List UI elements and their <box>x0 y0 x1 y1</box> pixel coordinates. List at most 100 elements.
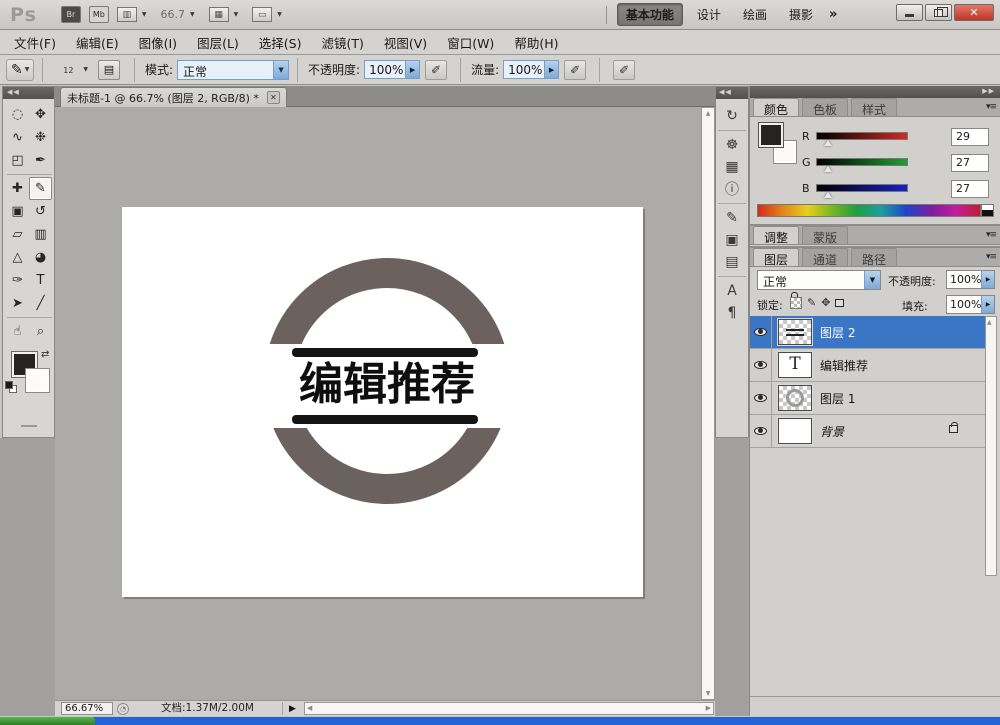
type-tool[interactable]: T <box>29 269 52 292</box>
layer-name[interactable]: 背景 <box>820 423 844 440</box>
background-color-swatch[interactable] <box>25 368 50 393</box>
move-tool[interactable]: ✥ <box>29 103 52 126</box>
restore-button[interactable] <box>925 4 952 21</box>
hand-tool[interactable]: ☝ <box>6 320 29 343</box>
clone-stamp-tool[interactable]: ▣ <box>6 200 29 223</box>
blue-value-field[interactable]: 27 <box>951 180 989 198</box>
crop-tool[interactable]: ◰ <box>6 149 29 172</box>
tab-adjustments[interactable]: 调整 <box>753 226 799 244</box>
layer-name[interactable]: 图层 1 <box>820 390 855 407</box>
zoom-tool[interactable]: ⌕ <box>29 320 52 343</box>
layer-blend-mode-select[interactable]: 正常 ▼ <box>757 270 881 290</box>
fill-input[interactable]: 100% ▶ <box>946 295 995 314</box>
blue-slider-handle[interactable] <box>824 192 832 198</box>
tablet-pressure-size-icon[interactable]: ✐ <box>613 60 635 80</box>
chevron-down-icon[interactable]: ▼ <box>273 61 288 79</box>
swap-colors-icon[interactable]: ⇄ <box>41 349 49 360</box>
layers-scrollbar[interactable]: ▲ <box>985 316 997 576</box>
status-menu-arrow-icon[interactable]: ▶ <box>289 704 296 714</box>
close-icon[interactable]: ✕ <box>267 91 280 104</box>
info-panel-icon[interactable]: ⓘ <box>720 178 744 200</box>
start-button[interactable] <box>0 717 95 725</box>
tab-layers[interactable]: 图层 <box>753 248 799 266</box>
color-spectrum-ramp[interactable] <box>757 204 981 217</box>
green-slider-handle[interactable] <box>824 166 832 172</box>
layer-opacity-input[interactable]: 100% ▶ <box>946 270 995 289</box>
layer-name[interactable]: 编辑推荐 <box>820 357 868 374</box>
lock-pixels-icon[interactable]: ✎ <box>807 296 816 309</box>
minimize-button[interactable] <box>896 4 923 21</box>
workspace-essentials[interactable]: 基本功能 <box>617 3 683 26</box>
layer-row-background[interactable]: 背景 <box>750 415 986 448</box>
dock-collapse-button[interactable]: ▶▶ <box>750 86 1000 98</box>
gradient-tool[interactable]: ▥ <box>29 223 52 246</box>
spot-healing-brush-tool[interactable]: ✚ <box>6 177 29 200</box>
menu-edit[interactable]: 编辑(E) <box>66 30 129 55</box>
scroll-left-icon[interactable]: ◀ <box>307 704 312 712</box>
menu-file[interactable]: 文件(F) <box>4 30 66 55</box>
quick-mask-button[interactable] <box>21 425 37 427</box>
blur-tool[interactable]: △ <box>6 246 29 269</box>
spin-arrow-icon[interactable]: ▶ <box>544 61 558 78</box>
quick-selection-tool[interactable]: ❉ <box>29 126 52 149</box>
dodge-tool[interactable]: ◕ <box>29 246 52 269</box>
visibility-toggle[interactable] <box>750 349 772 382</box>
tablet-pressure-opacity-icon[interactable]: ✐ <box>425 60 447 80</box>
tab-masks[interactable]: 蒙版 <box>802 226 848 244</box>
menu-view[interactable]: 视图(V) <box>374 30 437 55</box>
menu-window[interactable]: 窗口(W) <box>437 30 504 55</box>
document-tab[interactable]: 未标题-1 @ 66.7% (图层 2, RGB/8) * ✕ <box>60 87 287 107</box>
clone-source-panel-icon[interactable]: ▣ <box>720 229 744 251</box>
spectrum-bw-swatches[interactable] <box>981 204 994 217</box>
background-layer-thumbnail[interactable] <box>778 418 812 444</box>
opacity-input[interactable]: 100% ▶ <box>364 60 420 79</box>
layer-thumbnail[interactable] <box>778 385 812 411</box>
panel-menu-icon[interactable]: ▾≡ <box>986 230 996 240</box>
dock-expand-button[interactable]: ◀◀ <box>716 87 748 99</box>
scroll-up-icon[interactable]: ▲ <box>703 110 713 117</box>
history-brush-tool[interactable]: ↺ <box>29 200 52 223</box>
scroll-up-icon[interactable]: ▲ <box>987 319 992 326</box>
green-value-field[interactable]: 27 <box>951 154 989 172</box>
layer-row-layer2[interactable]: 图层 2 <box>750 316 986 349</box>
visibility-toggle[interactable] <box>750 316 772 349</box>
close-button[interactable]: ✕ <box>954 4 994 21</box>
document-page[interactable]: 编辑推荐 <box>122 207 643 597</box>
arrange-documents-control[interactable]: ▦ ▼ <box>209 7 239 22</box>
flow-input[interactable]: 100% ▶ <box>503 60 559 79</box>
brush-tool[interactable]: ✎ <box>29 177 52 200</box>
character-panel-icon[interactable]: A <box>720 280 744 302</box>
history-panel-icon[interactable]: ↻ <box>720 105 744 127</box>
panel-menu-icon[interactable]: ▾≡ <box>986 252 996 262</box>
workspace-photography[interactable]: 摄影 <box>781 4 821 25</box>
workspace-overflow-button[interactable]: » <box>829 7 837 22</box>
histogram-panel-icon[interactable]: ▦ <box>720 156 744 178</box>
lock-transparency-icon[interactable] <box>790 297 802 309</box>
blend-mode-select[interactable]: 正常 ▼ <box>177 60 289 80</box>
mini-bridge-button[interactable]: Mb <box>89 6 109 23</box>
green-slider[interactable] <box>816 158 908 166</box>
blue-slider[interactable] <box>816 184 908 192</box>
bridge-button[interactable]: Br <box>61 6 81 23</box>
line-tool[interactable]: ╱ <box>29 292 52 315</box>
lock-position-icon[interactable]: ✥ <box>821 296 830 309</box>
navigator-panel-icon[interactable]: ☸ <box>720 134 744 156</box>
scroll-down-icon[interactable]: ▼ <box>703 690 713 697</box>
layer-thumbnail[interactable] <box>778 319 812 345</box>
spin-arrow-icon[interactable]: ▶ <box>981 271 994 288</box>
toggle-brush-panel-button[interactable]: ▤ <box>98 60 120 80</box>
tool-preset-picker[interactable]: ✎ ▼ <box>6 59 34 81</box>
visibility-toggle[interactable] <box>750 415 772 448</box>
text-layer-thumbnail[interactable]: T <box>778 352 812 378</box>
default-colors-icon[interactable] <box>5 381 17 393</box>
path-selection-tool[interactable]: ➤ <box>6 292 29 315</box>
tools-panel-collapse-button[interactable]: ◀◀ <box>3 87 54 99</box>
windows-taskbar[interactable] <box>0 717 1000 725</box>
layer-row-layer1[interactable]: 图层 1 <box>750 382 986 415</box>
workspace-design[interactable]: 设计 <box>689 4 729 25</box>
spin-arrow-icon[interactable]: ▶ <box>981 296 994 313</box>
red-value-field[interactable]: 29 <box>951 128 989 146</box>
brush-panel-icon[interactable]: ✎ <box>720 207 744 229</box>
spin-arrow-icon[interactable]: ▶ <box>405 61 419 78</box>
airbrush-toggle-icon[interactable]: ✐ <box>564 60 586 80</box>
